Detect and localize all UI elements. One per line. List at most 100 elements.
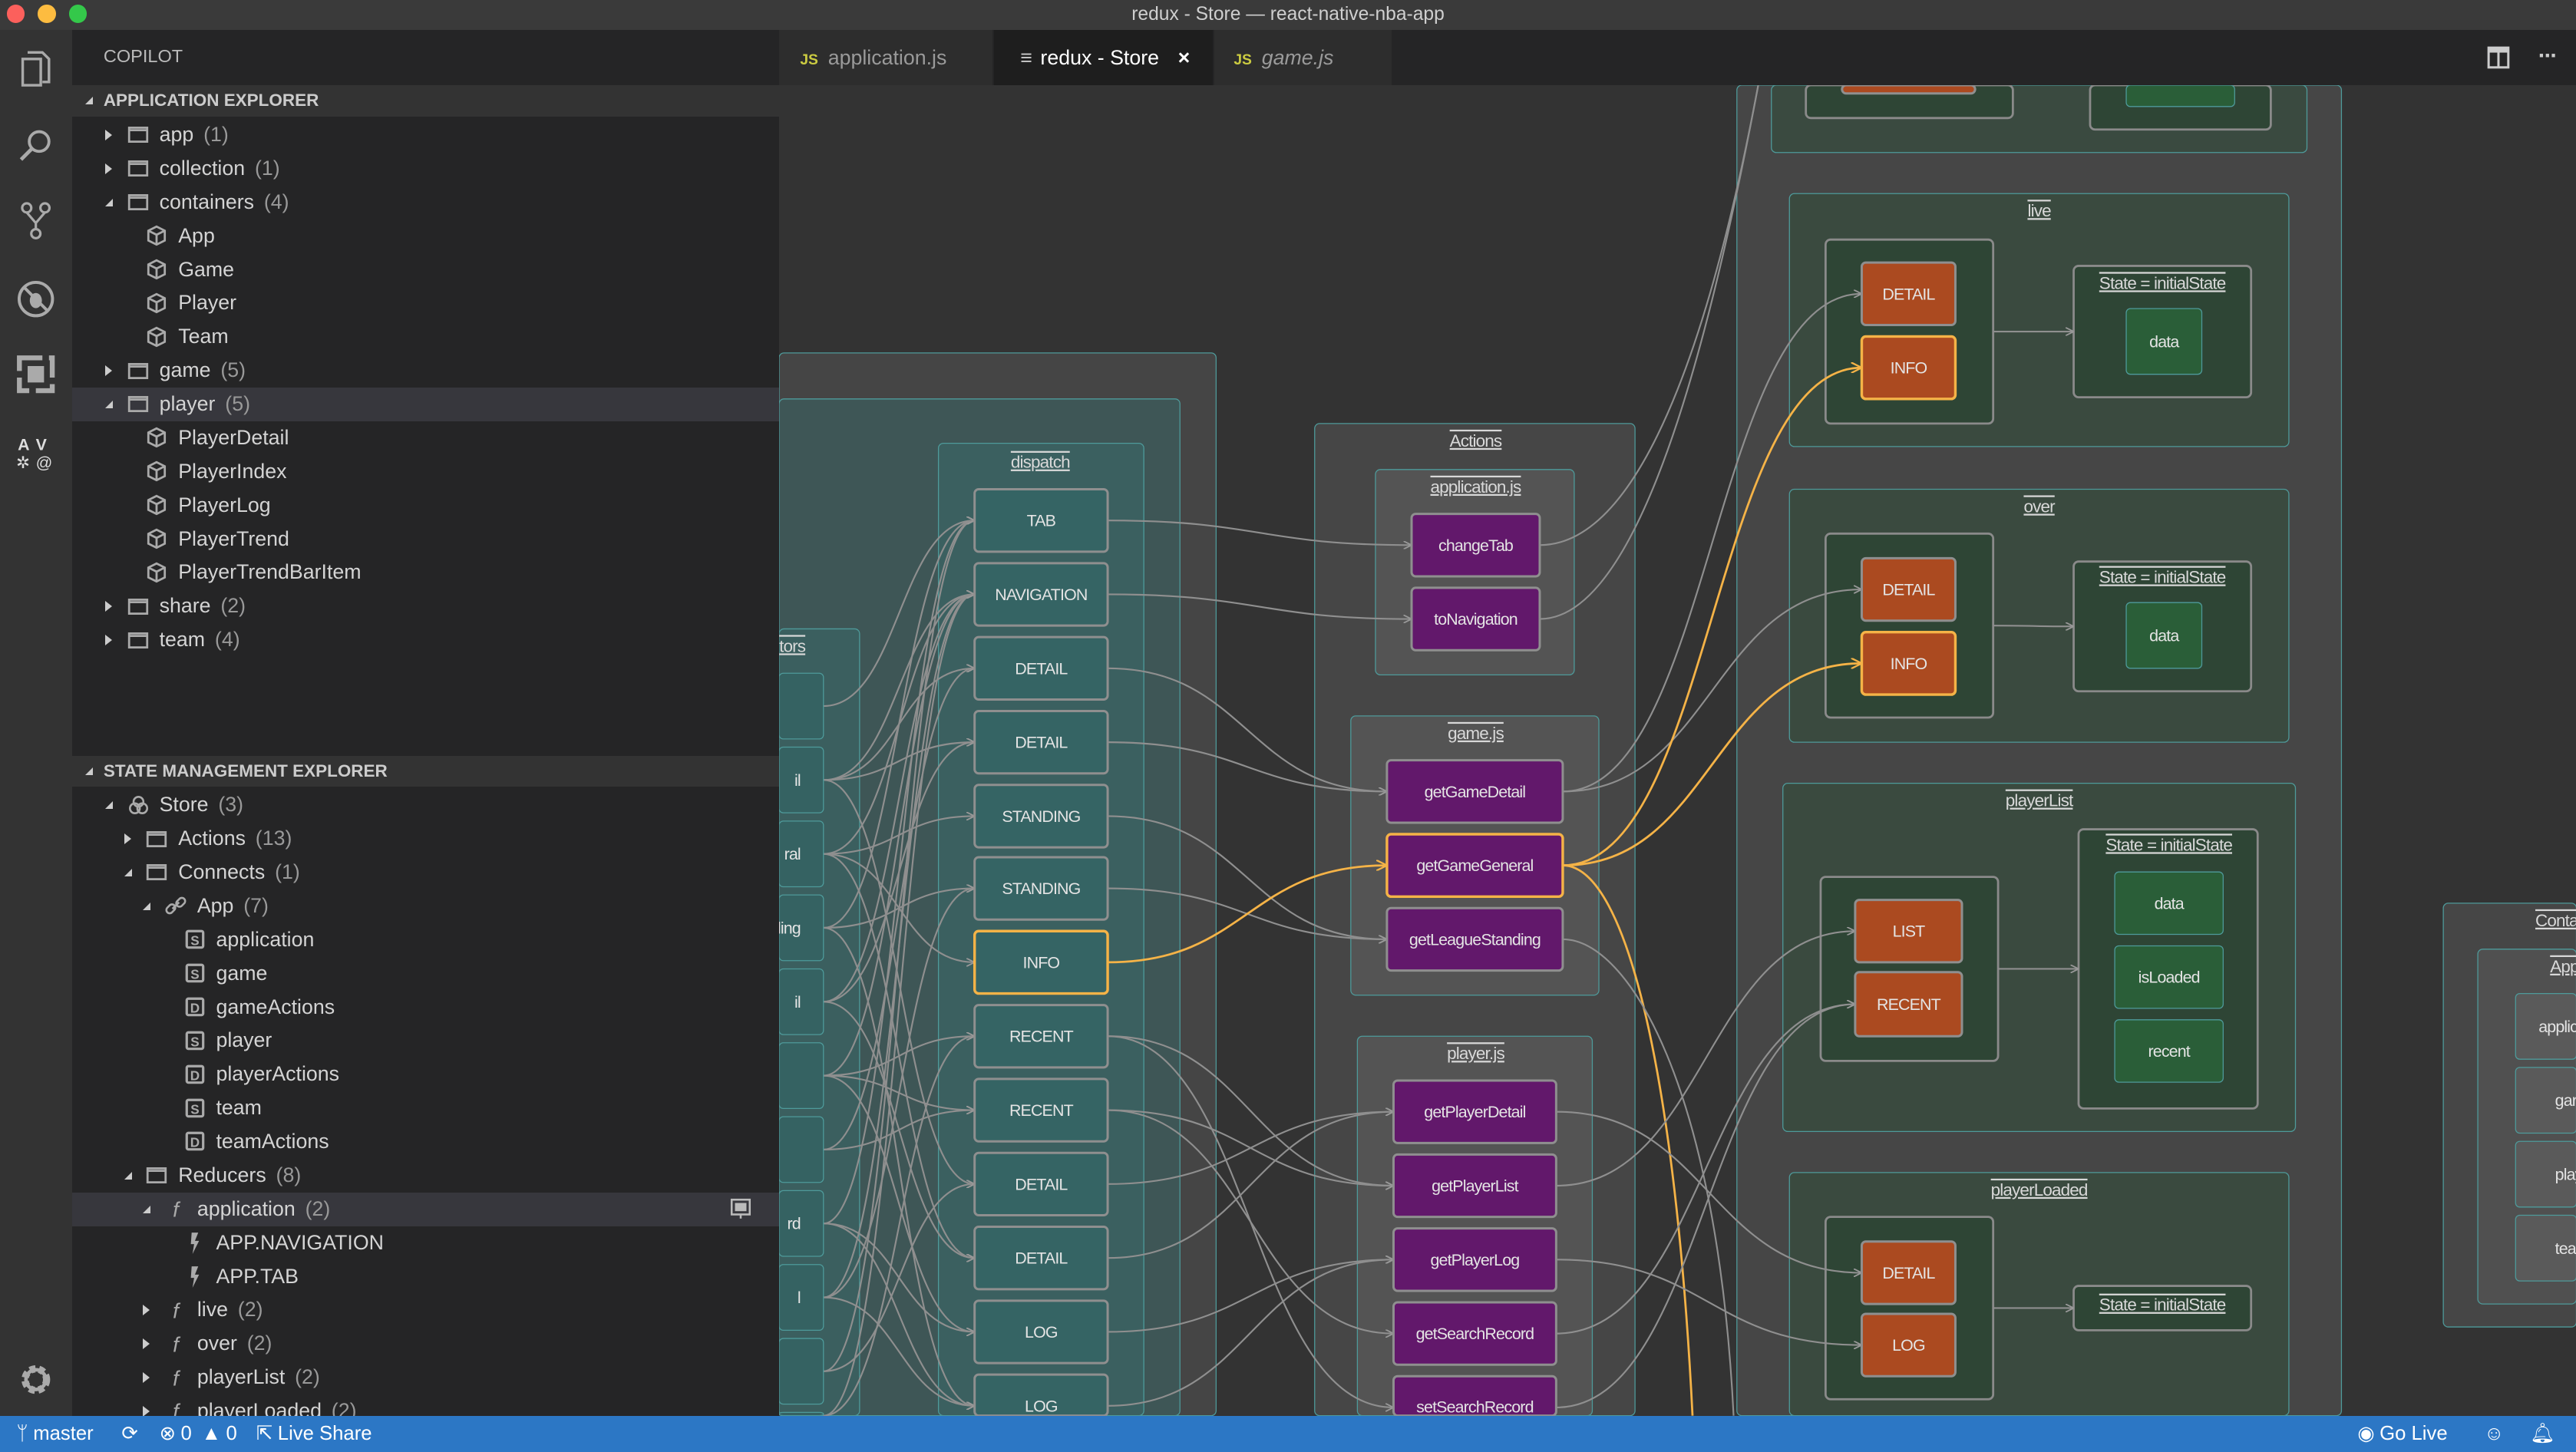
state-explorer-header[interactable]: STATE MANAGEMENT EXPLORER (72, 755, 779, 787)
more-icon[interactable]: ··· (2538, 43, 2558, 69)
node-c0[interactable] (778, 672, 824, 740)
tree-item-count: (5) (225, 392, 250, 416)
tree-item-reducers[interactable]: Reducers (8) (72, 1159, 778, 1193)
close-window-button[interactable] (6, 5, 25, 23)
tree-item-playerindex[interactable]: PlayerIndex (72, 455, 778, 489)
tree-item-connects[interactable]: Connects (1) (72, 856, 778, 889)
group-label: application.js (1430, 477, 1521, 497)
tree-item-gameactions[interactable]: DgameActions (72, 991, 778, 1025)
tree-item-application[interactable]: Sapplication (72, 923, 778, 957)
node-c7[interactable] (778, 1190, 824, 1257)
chevron-right-icon[interactable] (104, 601, 112, 612)
tree-item-player[interactable]: Splayer (72, 1024, 778, 1058)
chevron-down-icon[interactable] (124, 1172, 132, 1180)
function-icon: f (164, 1299, 187, 1322)
notifications-bell-icon[interactable]: 🔔︎ (2530, 1416, 2555, 1452)
chevron-right-icon[interactable] (143, 1372, 150, 1384)
tree-item-label: playerLoaded (197, 1399, 322, 1416)
tree-item-app[interactable]: App (72, 219, 778, 253)
gear-icon[interactable] (13, 1357, 59, 1403)
chevron-down-icon[interactable] (143, 1205, 151, 1213)
tree-item-game[interactable]: Sgame (72, 957, 778, 991)
tree-item-playerdetail[interactable]: PlayerDetail (72, 421, 778, 455)
tree-item-application[interactable]: f application (2) (72, 1192, 779, 1226)
bolt-icon (183, 1265, 206, 1288)
feedback-smiley-icon[interactable]: ☺ (2484, 1416, 2504, 1452)
tab-redux-store[interactable]: ≡ redux - Store × (993, 29, 1213, 86)
tab-game-js[interactable]: JS game.js (1214, 29, 1392, 86)
tree-item-teamactions[interactable]: DteamActions (72, 1125, 778, 1159)
node-top-g[interactable] (2125, 85, 2235, 107)
application-explorer-header[interactable]: APPLICATION EXPLORER (72, 85, 779, 117)
split-editor-icon[interactable] (2487, 46, 2510, 69)
branch-button[interactable]: ᛘ master (16, 1416, 93, 1452)
tree-item-team[interactable]: team (4) (72, 623, 778, 657)
tree-item-live[interactable]: f live (2) (72, 1293, 778, 1327)
debug-icon[interactable] (13, 276, 59, 322)
tree-item-team[interactable]: Team (72, 320, 778, 354)
tree-item-app[interactable]: App (7) (72, 889, 778, 923)
node-c9[interactable] (778, 1338, 824, 1405)
chevron-right-icon[interactable] (143, 1305, 150, 1316)
chevron-down-icon[interactable] (143, 903, 151, 911)
tree-item-playeractions[interactable]: DplayerActions (72, 1058, 778, 1091)
frameworks-icon[interactable]: A V ✲ @ (13, 431, 59, 477)
live-share-button[interactable]: ⇱ Live Share (256, 1416, 372, 1452)
node-top-o[interactable] (1840, 85, 1977, 95)
tab-application-js[interactable]: JS application.js (778, 29, 992, 86)
search-icon[interactable] (13, 121, 59, 167)
tree-item-app[interactable]: app (1) (72, 118, 778, 152)
node-c6[interactable] (778, 1116, 824, 1183)
tree-item-player[interactable]: player (5) (72, 388, 779, 421)
node-c4[interactable] (778, 969, 824, 1036)
extensions-icon[interactable] (13, 351, 59, 398)
tree-item-over[interactable]: f over (2) (72, 1327, 778, 1361)
go-live-button[interactable]: ◉ Go Live (2357, 1416, 2447, 1452)
tree-item-game[interactable]: game (5) (72, 354, 778, 388)
chevron-right-icon[interactable] (104, 635, 112, 646)
chevron-right-icon[interactable] (143, 1406, 150, 1416)
tree-item-playerloaded[interactable]: f playerLoaded (2) (72, 1394, 778, 1416)
activity-bar: A V ✲ @ (0, 29, 73, 1416)
node-c1[interactable] (778, 747, 824, 814)
tree-item-player[interactable]: Player (72, 286, 778, 320)
chevron-down-icon[interactable] (124, 869, 132, 877)
tree-item-game[interactable]: Game (72, 253, 778, 287)
tree-item-actions[interactable]: Actions (13) (72, 822, 778, 856)
tree-item-share[interactable]: share (2) (72, 589, 778, 623)
tree-item-app-tab[interactable]: APP.TAB (72, 1260, 778, 1294)
chevron-right-icon[interactable] (104, 163, 112, 174)
state-icon: S (183, 962, 206, 985)
tree-item-containers[interactable]: containers (4) (72, 186, 778, 219)
preview-icon[interactable] (729, 1197, 752, 1220)
close-tab-icon[interactable]: × (1178, 46, 1191, 69)
tree-item-store[interactable]: Store (3) (72, 788, 778, 822)
chevron-right-icon[interactable] (143, 1338, 150, 1350)
tree-item-playertrendbaritem[interactable]: PlayerTrendBarItem (72, 556, 778, 589)
node-label: STANDING (1002, 879, 1080, 898)
folder-icon (127, 190, 150, 213)
chevron-down-icon[interactable] (104, 198, 113, 206)
tree-item-collection[interactable]: collection (1) (72, 152, 778, 186)
source-control-icon[interactable] (13, 197, 59, 243)
chevron-right-icon[interactable] (104, 365, 112, 377)
tree-item-team[interactable]: Steam (72, 1091, 778, 1125)
files-icon[interactable] (13, 46, 59, 92)
chevron-right-icon[interactable] (124, 833, 131, 845)
collapse-icon (85, 767, 94, 775)
tree-item-label: playerList (197, 1365, 286, 1389)
sync-button[interactable]: ⟳ (121, 1416, 138, 1452)
chevron-down-icon[interactable] (104, 401, 113, 409)
chevron-down-icon[interactable] (104, 801, 113, 810)
cube-icon (145, 292, 168, 315)
tree-item-playerlist[interactable]: f playerList (2) (72, 1361, 778, 1394)
tree-item-playerlog[interactable]: PlayerLog (72, 489, 778, 523)
chevron-right-icon[interactable] (104, 130, 112, 141)
maximize-window-button[interactable] (68, 5, 88, 23)
problems-button[interactable]: ⊗ 0 ▲ 0 (160, 1416, 237, 1452)
minimize-window-button[interactable] (38, 5, 56, 23)
node-c5[interactable] (778, 1042, 824, 1110)
tree-item-app-navigation[interactable]: APP.NAVIGATION (72, 1226, 778, 1260)
tree-item-playertrend[interactable]: PlayerTrend (72, 523, 778, 556)
node-c8[interactable] (778, 1264, 824, 1332)
